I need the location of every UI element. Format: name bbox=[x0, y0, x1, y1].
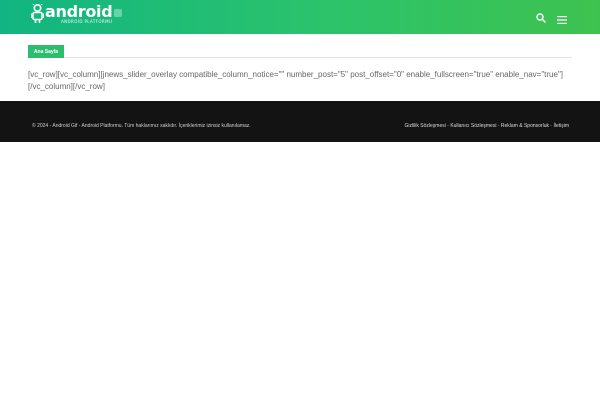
android-robot-icon bbox=[31, 4, 44, 23]
site-logo[interactable]: android ANDROID PLATFORMU bbox=[31, 3, 122, 27]
footer-link-advertising[interactable]: Reklam & Sponsorluk bbox=[501, 123, 549, 129]
footer-links: Gizlilik Sözleşmesi - Kullanıcı Sözleşme… bbox=[404, 123, 569, 129]
menu-button[interactable] bbox=[556, 12, 568, 24]
footer-link-user-agreement[interactable]: Kullanıcı Sözleşmesi bbox=[450, 123, 496, 129]
breadcrumb-home-link[interactable]: Ana Sayfa bbox=[28, 45, 64, 58]
page-content-text: [vc_row][vc_column][jnews_slider_overlay… bbox=[28, 70, 564, 91]
logo-badge bbox=[114, 9, 122, 17]
search-icon bbox=[536, 13, 546, 23]
site-header: android ANDROID PLATFORMU bbox=[0, 0, 600, 34]
hamburger-menu-icon bbox=[557, 16, 567, 24]
logo-tagline: ANDROID PLATFORMU bbox=[61, 19, 113, 24]
search-button[interactable] bbox=[535, 11, 547, 23]
breadcrumb: Ana Sayfa bbox=[28, 45, 572, 58]
copyright-text: © 2024 - Android Gif - Android Platformu… bbox=[32, 123, 251, 129]
site-footer: © 2024 - Android Gif - Android Platformu… bbox=[0, 101, 600, 142]
footer-link-contact[interactable]: İletişim bbox=[553, 123, 569, 129]
footer-link-privacy[interactable]: Gizlilik Sözleşmesi bbox=[404, 123, 445, 129]
